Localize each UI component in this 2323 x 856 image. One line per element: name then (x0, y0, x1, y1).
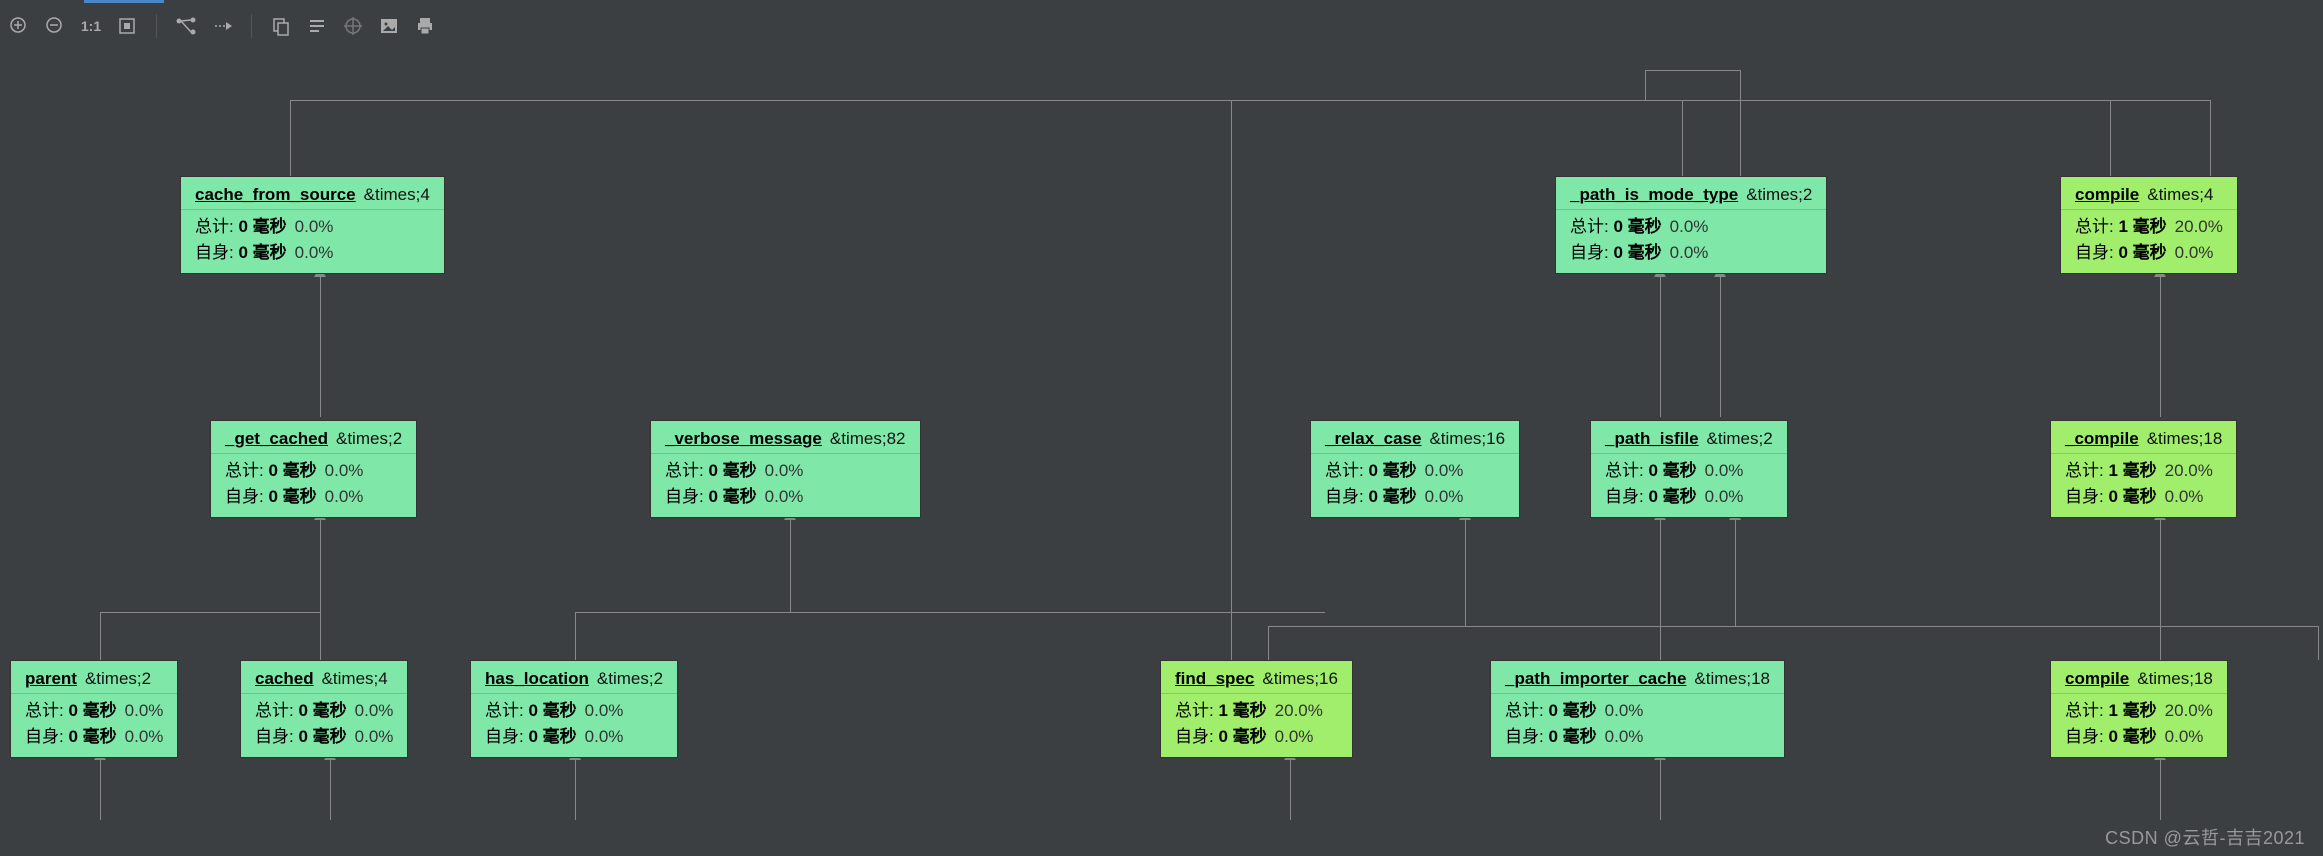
node-compile-top[interactable]: compile&times;4 总计: 1 毫秒20.0% 自身: 0 毫秒0.… (2060, 176, 2238, 274)
graph-edge (1290, 760, 1291, 820)
graph-edge (1660, 520, 1661, 660)
node-parent[interactable]: parent&times;2 总计: 0 毫秒0.0% 自身: 0 毫秒0.0% (10, 660, 178, 758)
node-get-cached[interactable]: _get_cached&times;2 总计: 0 毫秒0.0% 自身: 0 毫… (210, 420, 417, 518)
graph-edge (2160, 277, 2161, 417)
node-path-importer-cache[interactable]: _path_importer_cache&times;18 总计: 0 毫秒0.… (1490, 660, 1785, 758)
node-relax-case[interactable]: _relax_case&times;16 总计: 0 毫秒0.0% 自身: 0 … (1310, 420, 1520, 518)
graph-edge (1682, 100, 1683, 178)
graph-edge (1465, 520, 1466, 626)
node-verbose-message[interactable]: _verbose_message&times;82 总计: 0 毫秒0.0% 自… (650, 420, 921, 518)
graph-edge (100, 612, 320, 613)
target-icon[interactable] (342, 15, 364, 37)
node-cache-from-source[interactable]: cache_from_source&times;4 总计: 0 毫秒0.0% 自… (180, 176, 445, 274)
zoom-actual-icon[interactable]: 1:1 (80, 15, 102, 37)
graph-edge (1268, 626, 1269, 660)
graph-edge (330, 760, 331, 820)
toolbar: 1:1 (8, 10, 436, 42)
graph-edge (1660, 760, 1661, 820)
graph-edge (290, 100, 2210, 101)
graph-edge (2210, 100, 2211, 178)
node-cached[interactable]: cached&times;4 总计: 0 毫秒0.0% 自身: 0 毫秒0.0% (240, 660, 408, 758)
graph-icon[interactable] (175, 15, 197, 37)
graph-edge (1660, 277, 1661, 417)
graph-edge (2318, 626, 2319, 660)
graph-edge (100, 612, 101, 660)
node-has-location[interactable]: has_location&times;2 总计: 0 毫秒0.0% 自身: 0 … (470, 660, 678, 758)
toolbar-separator (156, 14, 157, 38)
watermark: CSDN @云哲-吉吉2021 (2105, 824, 2305, 850)
graph-edge (1231, 100, 1232, 660)
image-icon[interactable] (378, 15, 400, 37)
graph-edge (320, 520, 321, 660)
zoom-in-icon[interactable] (8, 15, 30, 37)
graph-edge (575, 760, 576, 820)
graph-edge (1645, 70, 1740, 71)
graph-edge (2160, 520, 2161, 660)
node-compile-bot[interactable]: compile&times;18 总计: 1 毫秒20.0% 自身: 0 毫秒0… (2050, 660, 2228, 758)
list-icon[interactable] (306, 15, 328, 37)
node-compile-mid[interactable]: _compile&times;18 总计: 1 毫秒20.0% 自身: 0 毫秒… (2050, 420, 2237, 518)
graph-edge (2110, 100, 2111, 178)
graph-edge (320, 277, 321, 417)
graph-edge (790, 520, 791, 612)
print-icon[interactable] (414, 15, 436, 37)
forward-icon[interactable] (211, 15, 233, 37)
graph-edge (100, 760, 101, 820)
toolbar-separator (251, 14, 252, 38)
zoom-fit-icon[interactable] (116, 15, 138, 37)
node-find-spec[interactable]: find_spec&times;16 总计: 1 毫秒20.0% 自身: 0 毫… (1160, 660, 1353, 758)
graph-edge (1740, 70, 1741, 178)
node-path-is-mode-type[interactable]: _path_is_mode_type&times;2 总计: 0 毫秒0.0% … (1555, 176, 1827, 274)
graph-edge (290, 100, 291, 178)
graph-edge (1645, 70, 1646, 100)
tab-highlight (84, 0, 164, 3)
graph-edge (1720, 277, 1721, 417)
zoom-out-icon[interactable] (44, 15, 66, 37)
graph-edge (575, 612, 1325, 613)
graph-edge (1735, 520, 1736, 626)
graph-edge (2160, 760, 2161, 820)
graph-edge (575, 612, 576, 660)
node-path-isfile[interactable]: _path_isfile&times;2 总计: 0 毫秒0.0% 自身: 0 … (1590, 420, 1788, 518)
call-graph-canvas[interactable]: cache_from_source&times;4 总计: 0 毫秒0.0% 自… (0, 52, 2323, 856)
copy-icon[interactable] (270, 15, 292, 37)
